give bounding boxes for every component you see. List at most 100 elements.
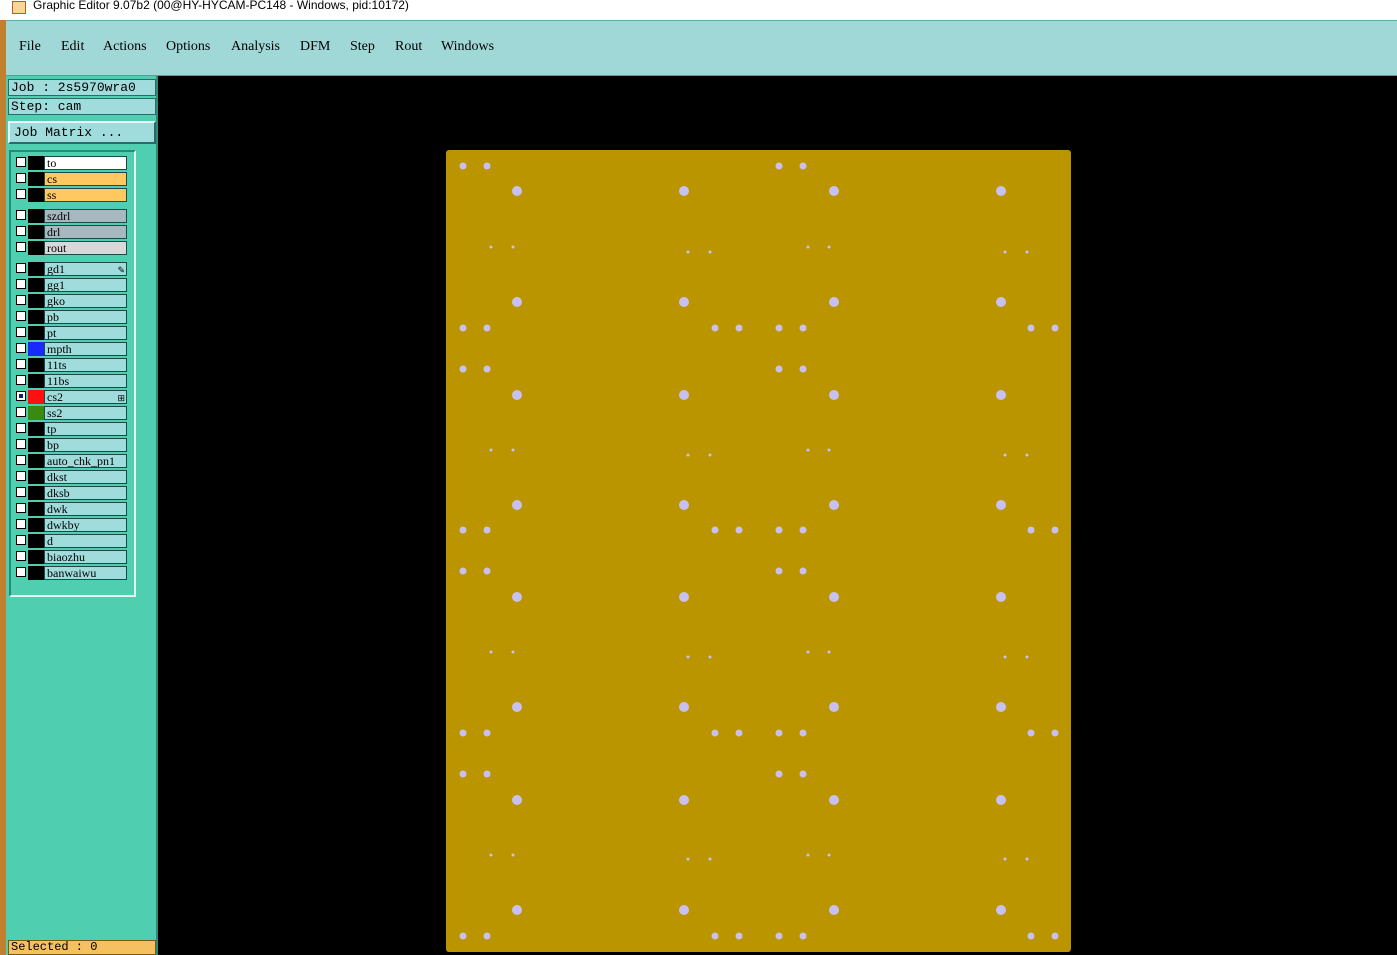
menu-actions[interactable]: Actions <box>103 39 147 55</box>
layer-checkbox[interactable] <box>16 487 26 497</box>
layer-checkbox[interactable] <box>16 375 26 385</box>
layer-checkbox[interactable] <box>16 343 26 353</box>
job-matrix-button[interactable]: Job Matrix ... <box>8 121 156 144</box>
layer-row-szdrl[interactable]: szdrl <box>15 209 129 223</box>
menu-rout[interactable]: Rout <box>395 39 422 55</box>
menu-dfm[interactable]: DFM <box>300 39 330 55</box>
layer-name[interactable]: biaozhu <box>44 550 127 564</box>
layer-checkbox[interactable] <box>16 210 26 220</box>
layer-row-ss2[interactable]: ss2 <box>15 406 129 420</box>
layer-name[interactable]: gd1 ✎ <box>44 262 127 276</box>
layer-name[interactable]: ss <box>44 188 127 202</box>
layer-checkbox[interactable] <box>16 535 26 545</box>
layer-color-chip[interactable] <box>28 172 44 186</box>
layer-row-tp[interactable]: tp <box>15 422 129 436</box>
layer-name[interactable]: bp <box>44 438 127 452</box>
layer-color-chip[interactable] <box>28 486 44 500</box>
layer-color-chip[interactable] <box>28 294 44 308</box>
layer-color-chip[interactable] <box>28 241 44 255</box>
layer-name[interactable]: cs <box>44 172 127 186</box>
layer-row-cs[interactable]: cs <box>15 172 129 186</box>
graphic-canvas[interactable] <box>158 76 1397 955</box>
layer-row-dkst[interactable]: dkst <box>15 470 129 484</box>
layer-color-chip[interactable] <box>28 454 44 468</box>
layer-checkbox[interactable] <box>16 471 26 481</box>
layer-color-chip[interactable] <box>28 209 44 223</box>
layer-name[interactable]: d <box>44 534 127 548</box>
layer-color-chip[interactable] <box>28 188 44 202</box>
layer-checkbox[interactable] <box>16 423 26 433</box>
layer-row-ss[interactable]: ss <box>15 188 129 202</box>
layer-name[interactable]: to <box>44 156 127 170</box>
menu-edit[interactable]: Edit <box>61 39 84 55</box>
layer-row-dksb[interactable]: dksb <box>15 486 129 500</box>
layer-name[interactable]: gko <box>44 294 127 308</box>
layer-row-bp[interactable]: bp <box>15 438 129 452</box>
layer-row-gd1[interactable]: gd1 ✎ <box>15 262 129 276</box>
layer-row-pb[interactable]: pb <box>15 310 129 324</box>
layer-color-chip[interactable] <box>28 326 44 340</box>
layer-row-auto_chk_pn1[interactable]: auto_chk_pn1 <box>15 454 129 468</box>
layer-name[interactable]: ss2 <box>44 406 127 420</box>
layer-row-dwk[interactable]: dwk <box>15 502 129 516</box>
layer-row-banwaiwu[interactable]: banwaiwu <box>15 566 129 580</box>
layer-row-to[interactable]: to <box>15 156 129 170</box>
menu-analysis[interactable]: Analysis <box>231 39 280 55</box>
layer-checkbox[interactable] <box>16 263 26 273</box>
layer-name[interactable]: dwk <box>44 502 127 516</box>
layer-color-chip[interactable] <box>28 225 44 239</box>
layer-checkbox[interactable] <box>16 551 26 561</box>
menu-windows[interactable]: Windows <box>441 39 494 55</box>
menu-options[interactable]: Options <box>166 39 210 55</box>
layer-color-chip[interactable] <box>28 438 44 452</box>
layer-color-chip[interactable] <box>28 374 44 388</box>
layer-row-11ts[interactable]: 11ts <box>15 358 129 372</box>
layer-name[interactable]: cs2 ⊞ <box>44 390 127 404</box>
layer-row-11bs[interactable]: 11bs <box>15 374 129 388</box>
menu-file[interactable]: File <box>19 39 41 55</box>
layer-color-chip[interactable] <box>28 406 44 420</box>
layer-name[interactable]: 11bs <box>44 374 127 388</box>
layer-checkbox[interactable] <box>16 173 26 183</box>
layer-row-gg1[interactable]: gg1 <box>15 278 129 292</box>
layer-row-drl[interactable]: drl <box>15 225 129 239</box>
board-view[interactable] <box>158 76 1397 955</box>
layer-row-dwkby[interactable]: dwkby <box>15 518 129 532</box>
layer-color-chip[interactable] <box>28 550 44 564</box>
layer-checkbox[interactable] <box>16 311 26 321</box>
layer-color-chip[interactable] <box>28 310 44 324</box>
layer-checkbox[interactable] <box>16 359 26 369</box>
layer-checkbox[interactable] <box>16 391 26 401</box>
layer-checkbox[interactable] <box>16 189 26 199</box>
layer-name[interactable]: 11ts <box>44 358 127 372</box>
layer-row-gko[interactable]: gko <box>15 294 129 308</box>
layer-name[interactable]: banwaiwu <box>44 566 127 580</box>
layer-color-chip[interactable] <box>28 470 44 484</box>
layer-color-chip[interactable] <box>28 358 44 372</box>
layer-checkbox[interactable] <box>16 279 26 289</box>
layer-name[interactable]: dwkby <box>44 518 127 532</box>
layer-row-biaozhu[interactable]: biaozhu <box>15 550 129 564</box>
layer-name[interactable]: gg1 <box>44 278 127 292</box>
layer-color-chip[interactable] <box>28 422 44 436</box>
layer-name[interactable]: mpth <box>44 342 127 356</box>
layer-name[interactable]: tp <box>44 422 127 436</box>
layer-row-mpth[interactable]: mpth <box>15 342 129 356</box>
layer-checkbox[interactable] <box>16 295 26 305</box>
layer-checkbox[interactable] <box>16 519 26 529</box>
menu-step[interactable]: Step <box>350 39 375 55</box>
layer-name[interactable]: pb <box>44 310 127 324</box>
layer-checkbox[interactable] <box>16 407 26 417</box>
layer-checkbox[interactable] <box>16 226 26 236</box>
layer-checkbox[interactable] <box>16 327 26 337</box>
layer-checkbox[interactable] <box>16 439 26 449</box>
layer-color-chip[interactable] <box>28 390 44 404</box>
layer-checkbox[interactable] <box>16 157 26 167</box>
layer-color-chip[interactable] <box>28 566 44 580</box>
layer-color-chip[interactable] <box>28 278 44 292</box>
layer-row-cs2[interactable]: cs2 ⊞ <box>15 390 129 404</box>
layer-name[interactable]: rout <box>44 241 127 255</box>
layer-color-chip[interactable] <box>28 502 44 516</box>
layer-color-chip[interactable] <box>28 342 44 356</box>
layer-row-rout[interactable]: rout <box>15 241 129 255</box>
